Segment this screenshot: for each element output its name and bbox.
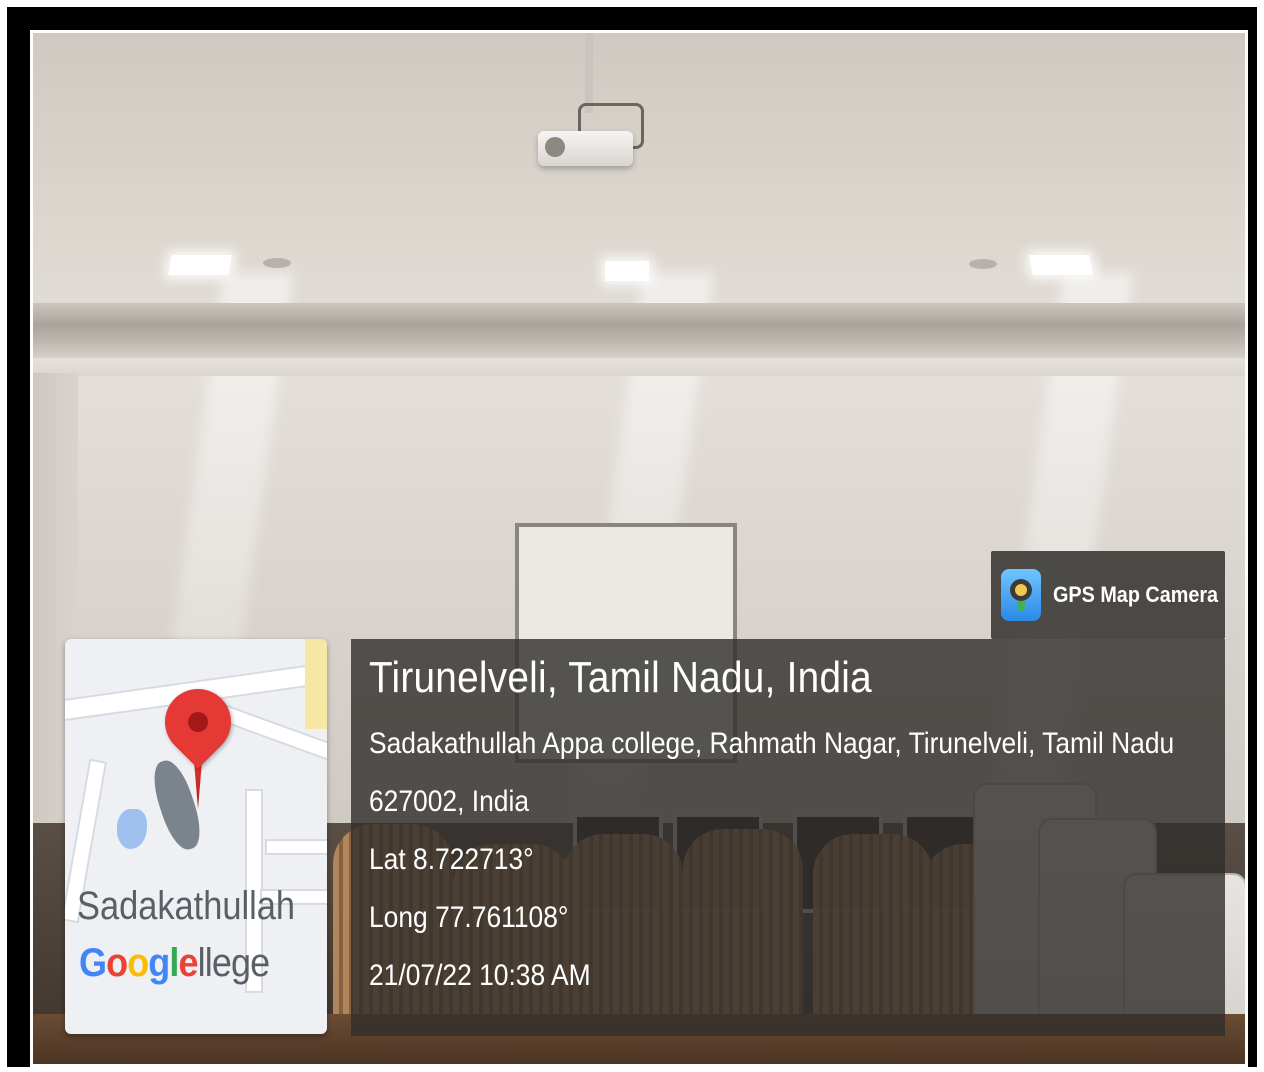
gps-app-name: GPS Map Camera (1053, 582, 1219, 607)
ceiling-vent (969, 259, 997, 269)
ceiling-vent (263, 258, 291, 268)
image-frame: GPS Map Camera Sadakathullah Googlellege… (7, 7, 1257, 1067)
ceiling-light (168, 255, 232, 275)
ceiling-light (1029, 255, 1093, 275)
projector-rod (585, 33, 593, 113)
map-water (117, 809, 147, 849)
ceiling-soffit-edge (33, 358, 1245, 376)
map-place-label-tail: llege (197, 941, 270, 985)
latitude: Lat 8.722713° (369, 843, 534, 876)
classroom-photo: GPS Map Camera Sadakathullah Googlellege… (30, 30, 1248, 1067)
ceiling-light (605, 261, 649, 281)
map-road (265, 839, 327, 855)
ceiling-soffit (33, 303, 1245, 358)
map-highway (305, 639, 327, 729)
gps-map-camera-icon (1001, 569, 1041, 621)
gps-map-camera-badge: GPS Map Camera (991, 551, 1225, 639)
location-info-panel: Tirunelveli, Tamil Nadu, India Sadakathu… (351, 639, 1225, 1036)
address-line-1: Sadakathullah Appa college, Rahmath Naga… (369, 727, 1175, 760)
google-logo: Googlellege (79, 941, 270, 985)
map-place-label: Sadakathullah (77, 884, 296, 928)
address-line-2: 627002, India (369, 785, 530, 818)
location-title: Tirunelveli, Tamil Nadu, India (369, 653, 872, 702)
map-pin-dot (188, 712, 208, 732)
timestamp: 21/07/22 10:38 AM (369, 959, 591, 992)
map-thumbnail: Sadakathullah Googlellege (65, 639, 327, 1034)
projector-lens (545, 137, 565, 157)
longitude: Long 77.761108° (369, 901, 569, 934)
